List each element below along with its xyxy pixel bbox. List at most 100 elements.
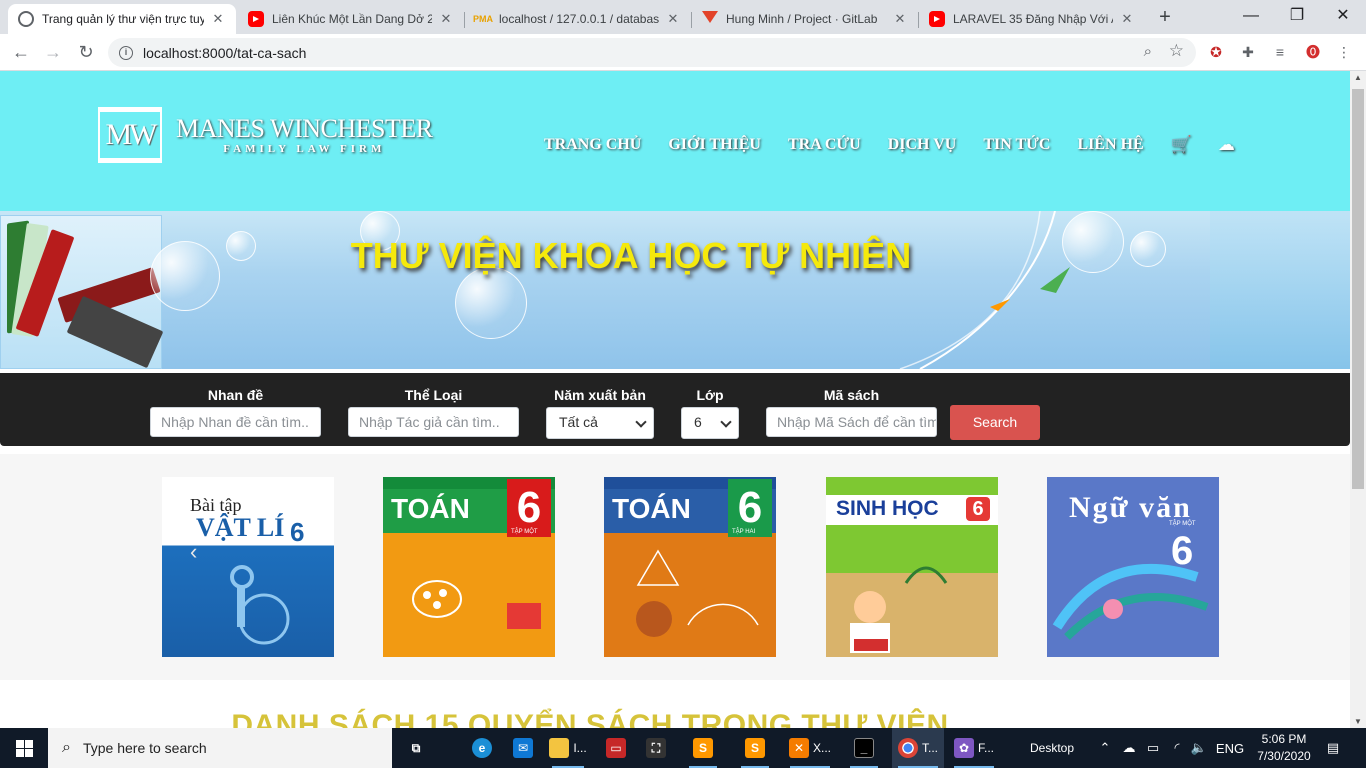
chrome-menu-icon[interactable]: ⋮: [1334, 42, 1354, 62]
close-tab-icon[interactable]: ✕: [892, 11, 908, 27]
minimize-button[interactable]: —: [1228, 2, 1274, 30]
opera-extension-icon[interactable]: ⓿: [1303, 42, 1323, 62]
nav-about[interactable]: GIỚI THIỆU: [668, 136, 761, 154]
sublime-icon: S: [693, 738, 713, 758]
browser-tab[interactable]: Trang quản lý thư viện trực tuyến ✕: [8, 4, 236, 34]
web-page: MW MANES WINCHESTER FAMILY LAW FIRM TRAN…: [0, 71, 1350, 728]
app-button[interactable]: ✿ F...: [948, 728, 1000, 768]
task-view-button[interactable]: ⧉: [398, 728, 434, 768]
edge-button[interactable]: e: [464, 728, 500, 768]
nav-home[interactable]: TRANG CHỦ: [544, 136, 641, 154]
title-search-input[interactable]: Nhập Nhan đề cần tìm..: [150, 407, 321, 437]
year-label: Năm xuất bản: [554, 387, 646, 403]
nav-lookup[interactable]: TRA CỨU: [788, 136, 861, 154]
tab-title: LARAVEL 35 Đăng Nhập Với Auth: [953, 12, 1113, 26]
physics-illustration: [230, 565, 290, 645]
book-cover[interactable]: TOÁN 6 TẬP MỘT: [383, 477, 555, 657]
clock[interactable]: 5:06 PM 7/30/2020: [1256, 731, 1312, 765]
onedrive-icon[interactable]: ☁: [1118, 728, 1140, 768]
info-icon[interactable]: i: [119, 45, 133, 60]
scroll-down-icon[interactable]: ▼: [1354, 717, 1362, 726]
site-logo[interactable]: MW MANES WINCHESTER FAMILY LAW FIRM: [98, 107, 433, 163]
book-cover[interactable]: Ngữ văn TẬP MỘT 6: [1047, 477, 1219, 657]
scroll-up-icon[interactable]: ▲: [1354, 73, 1362, 82]
close-tab-icon[interactable]: ✕: [438, 11, 454, 27]
close-tab-icon[interactable]: ✕: [665, 11, 681, 27]
sublime-button[interactable]: S: [683, 728, 723, 768]
browser-tab[interactable]: LARAVEL 35 Đăng Nhập Với Auth ✕: [919, 4, 1145, 34]
notifications-icon[interactable]: ▤: [1318, 728, 1348, 768]
browser-tab[interactable]: Liên Khúc Một Lần Dang Dở 2020 ✕: [238, 4, 464, 34]
site-header: MW MANES WINCHESTER FAMILY LAW FIRM TRAN…: [0, 71, 1350, 211]
back-icon[interactable]: ←: [9, 40, 33, 64]
zoom-icon[interactable]: ⌕: [1144, 43, 1152, 60]
book-cover[interactable]: SINH HỌC 6: [826, 477, 998, 657]
media-queue-icon[interactable]: ≡: [1270, 42, 1290, 62]
sublime-button[interactable]: S: [735, 728, 775, 768]
address-bar[interactable]: i localhost:8000/tat-ca-sach ⌕ ☆: [108, 38, 1196, 67]
book-cover[interactable]: Bài tập VẬT LÍ 6: [162, 477, 334, 657]
start-button[interactable]: [0, 728, 48, 768]
app-icon: ✿: [953, 738, 974, 758]
code-search-input[interactable]: Nhập Mã Sách để cần tìm: [766, 407, 937, 437]
taskbar-search[interactable]: ⌕ Type here to search: [48, 728, 392, 768]
xampp-button[interactable]: ✕ X...: [784, 728, 836, 768]
wifi-icon[interactable]: ◜: [1166, 728, 1188, 768]
extensions-puzzle-icon[interactable]: ✚: [1238, 42, 1258, 62]
presentation-icon: ▭: [606, 738, 626, 758]
mail-button[interactable]: ✉: [505, 728, 541, 768]
book-cover-line1: Ngữ văn: [1069, 491, 1192, 524]
nav-news[interactable]: TIN TỨC: [983, 136, 1050, 154]
carousel-prev-icon[interactable]: ‹: [190, 539, 197, 565]
cart-icon[interactable]: 🛒: [1171, 135, 1192, 155]
volume-icon[interactable]: 🔈: [1188, 728, 1210, 768]
app-button[interactable]: ▭: [598, 728, 634, 768]
nav-contact[interactable]: LIÊN HỆ: [1077, 136, 1143, 154]
logo-name: MANES WINCHESTER: [176, 114, 433, 143]
bookmark-star-icon[interactable]: ☆: [1169, 41, 1184, 61]
reload-icon[interactable]: ↻: [74, 40, 98, 64]
extension-icon[interactable]: ✪: [1206, 42, 1226, 62]
terminal-button[interactable]: _: [844, 728, 884, 768]
tab-title: Trang quản lý thư viện trực tuyến: [42, 12, 204, 26]
store-button[interactable]: ⛶: [638, 728, 674, 768]
book-cover-line2: VẬT LÍ: [196, 513, 285, 542]
grade-label: Lớp: [696, 387, 724, 403]
address-url[interactable]: localhost:8000/tat-ca-sach: [143, 45, 306, 61]
book-cover-line2: TẬP HAI: [732, 529, 756, 535]
browser-toolbar: ← → ↻ i localhost:8000/tat-ca-sach ⌕ ☆ ✪…: [0, 34, 1366, 71]
browser-tab[interactable]: PMA localhost / 127.0.0.1 / database ✕: [465, 4, 691, 34]
page-scrollbar[interactable]: ▲ ▼: [1350, 71, 1366, 728]
search-icon: ⌕: [62, 739, 71, 756]
battery-icon[interactable]: ▭: [1142, 728, 1164, 768]
desktop-toolbar[interactable]: Desktop: [1022, 728, 1078, 768]
language-indicator[interactable]: ENG: [1214, 728, 1246, 768]
category-search-group: Thể Loại Nhập Tác giả cần tìm..: [348, 387, 519, 437]
category-label: Thể Loại: [404, 387, 463, 403]
edge-icon: e: [472, 738, 492, 758]
chevron-up-icon[interactable]: ⌃: [1096, 728, 1114, 768]
book-carousel: Bài tập VẬT LÍ 6 ‹ TOÁN 6 TẬP MỘT TOÁN 6…: [0, 454, 1350, 680]
close-tab-icon[interactable]: ✕: [1119, 11, 1135, 27]
close-window-button[interactable]: ✕: [1320, 2, 1366, 30]
scrollbar-thumb[interactable]: [1352, 89, 1364, 489]
chrome-button[interactable]: T...: [892, 728, 944, 768]
math-illustration: [412, 580, 541, 629]
clock-time: 5:06 PM: [1261, 732, 1307, 746]
book-cover-line1: TOÁN: [612, 493, 691, 524]
close-tab-icon[interactable]: ✕: [210, 11, 226, 27]
grade-select[interactable]: 6: [681, 407, 739, 439]
year-select[interactable]: Tất cả: [546, 407, 654, 439]
book-cover[interactable]: TOÁN 6 TẬP HAI: [604, 477, 776, 657]
user-group-icon[interactable]: ☁: [1218, 135, 1235, 155]
category-search-input[interactable]: Nhập Tác giả cần tìm..: [348, 407, 519, 437]
nav-services[interactable]: DỊCH VỤ: [888, 136, 957, 154]
explorer-button[interactable]: I...: [546, 728, 590, 768]
restore-button[interactable]: ❐: [1274, 2, 1320, 30]
new-tab-button[interactable]: +: [1156, 6, 1174, 29]
browser-tab[interactable]: Hung Minh / Project · GitLab ✕: [692, 4, 918, 34]
sublime-icon: S: [745, 738, 765, 758]
search-button[interactable]: Search: [950, 405, 1040, 440]
book-cover-line1: TOÁN: [391, 493, 470, 524]
forward-icon[interactable]: →: [41, 40, 65, 64]
